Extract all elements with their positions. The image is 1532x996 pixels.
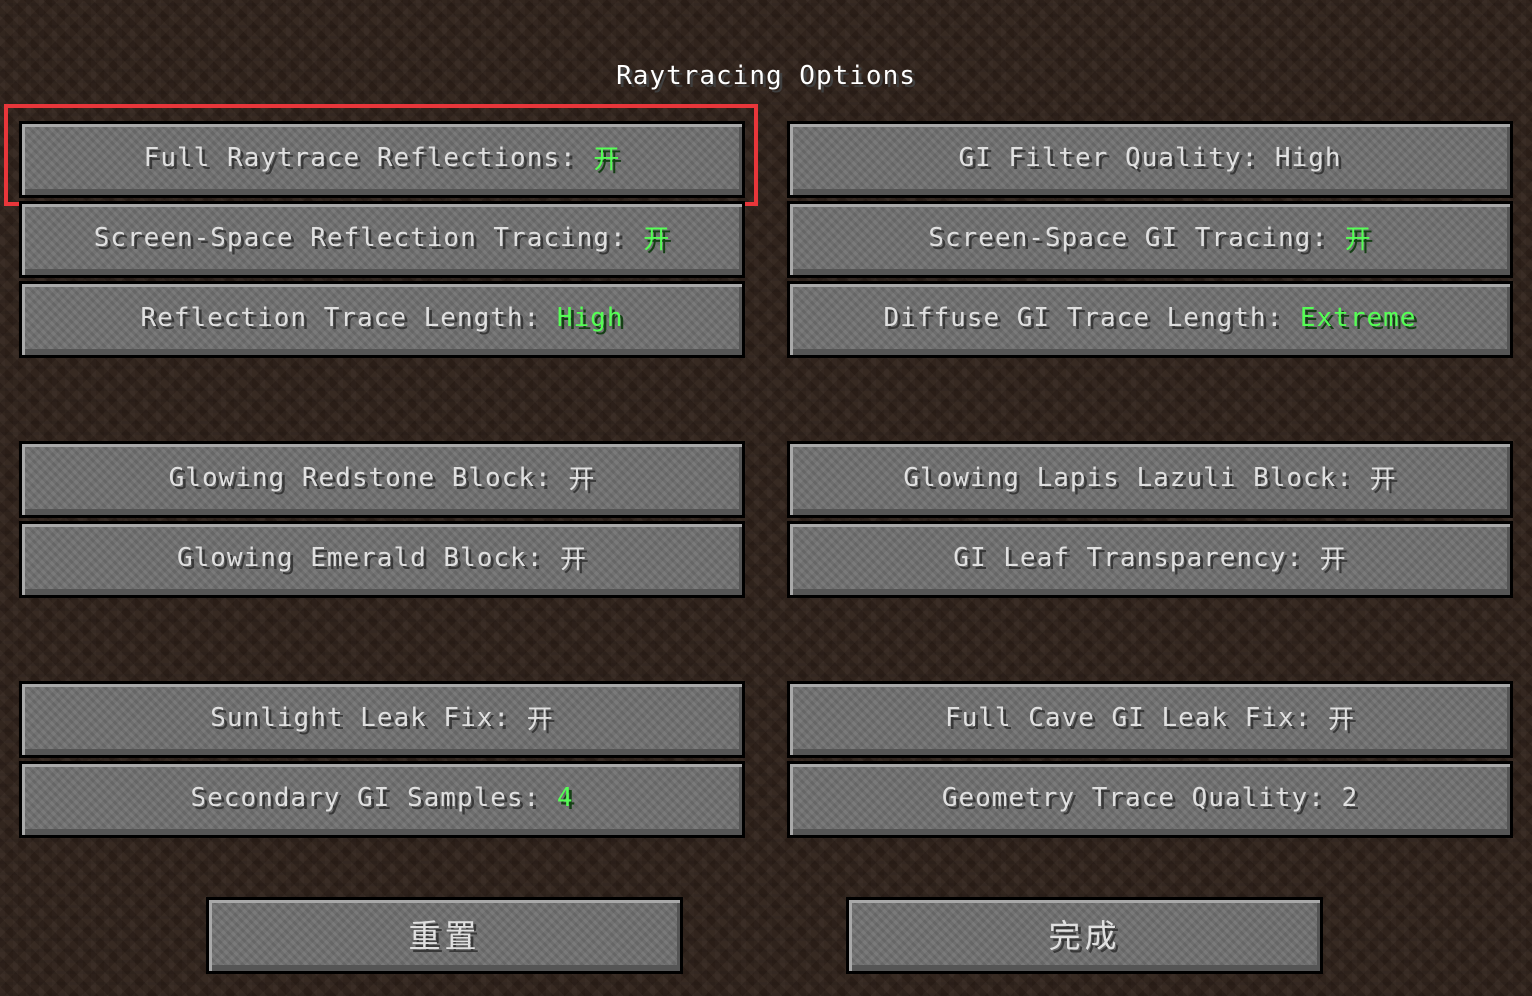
reflection-trace-length-button[interactable]: Reflection Trace Length: High — [19, 281, 745, 358]
option-value: High — [556, 302, 624, 333]
secondary-gi-samples-button[interactable]: Secondary GI Samples: 4 — [19, 761, 745, 838]
option-label: GI Leaf Transparency: — [953, 542, 1320, 573]
done-button-label: 完成 — [1048, 916, 1121, 955]
full-cave-gi-leak-fix-button[interactable]: Full Cave GI Leak Fix: 开 — [787, 681, 1513, 758]
screen-space-gi-tracing-button[interactable]: Screen-Space GI Tracing: 开 — [787, 201, 1513, 278]
done-button[interactable]: 完成 — [846, 897, 1323, 974]
option-value: 4 — [556, 782, 574, 813]
option-value: 开 — [526, 705, 554, 735]
option-label: Glowing Emerald Block: — [176, 542, 560, 573]
geometry-trace-quality-button[interactable]: Geometry Trace Quality: 2 — [787, 761, 1513, 838]
glowing-lapis-lazuli-block-button[interactable]: Glowing Lapis Lazuli Block: 开 — [787, 441, 1513, 518]
option-label: Screen-Space Reflection Tracing: — [93, 222, 644, 253]
option-label: Screen-Space GI Tracing: — [928, 222, 1345, 253]
option-label: Glowing Redstone Block: — [168, 462, 569, 493]
option-value: 开 — [1344, 225, 1372, 255]
full-raytrace-reflections-button[interactable]: Full Raytrace Reflections: 开 — [19, 121, 745, 198]
option-value: 开 — [1328, 705, 1356, 735]
option-label: Glowing Lapis Lazuli Block: — [903, 462, 1370, 493]
option-value: 2 — [1341, 782, 1359, 813]
screen-title: Raytracing Options — [616, 61, 916, 91]
option-value: 开 — [1319, 545, 1347, 575]
sunlight-leak-fix-button[interactable]: Sunlight Leak Fix: 开 — [19, 681, 745, 758]
diffuse-gi-trace-length-button[interactable]: Diffuse GI Trace Length: Extreme — [787, 281, 1513, 358]
option-value: 开 — [1369, 465, 1397, 495]
option-label: Geometry Trace Quality: — [941, 782, 1342, 813]
gi-leaf-transparency-button[interactable]: GI Leaf Transparency: 开 — [787, 521, 1513, 598]
option-label: Reflection Trace Length: — [140, 302, 557, 333]
option-label: Full Cave GI Leak Fix: — [944, 702, 1328, 733]
gi-filter-quality-button[interactable]: GI Filter Quality: High — [787, 121, 1513, 198]
option-label: Sunlight Leak Fix: — [210, 702, 527, 733]
option-label: GI Filter Quality: — [958, 142, 1275, 173]
option-label: Full Raytrace Reflections: — [143, 142, 594, 173]
option-label: Secondary GI Samples: — [190, 782, 557, 813]
reset-button-label: 重置 — [408, 916, 481, 955]
option-value: High — [1274, 142, 1342, 173]
glowing-emerald-block-button[interactable]: Glowing Emerald Block: 开 — [19, 521, 745, 598]
option-value: 开 — [643, 225, 671, 255]
glowing-redstone-block-button[interactable]: Glowing Redstone Block: 开 — [19, 441, 745, 518]
option-value: 开 — [593, 145, 621, 175]
option-label: Diffuse GI Trace Length: — [883, 302, 1300, 333]
screen-space-reflection-tracing-button[interactable]: Screen-Space Reflection Tracing: 开 — [19, 201, 745, 278]
option-value: 开 — [560, 545, 588, 575]
reset-button[interactable]: 重置 — [206, 897, 683, 974]
option-value: Extreme — [1299, 302, 1417, 333]
option-value: 开 — [568, 465, 596, 495]
